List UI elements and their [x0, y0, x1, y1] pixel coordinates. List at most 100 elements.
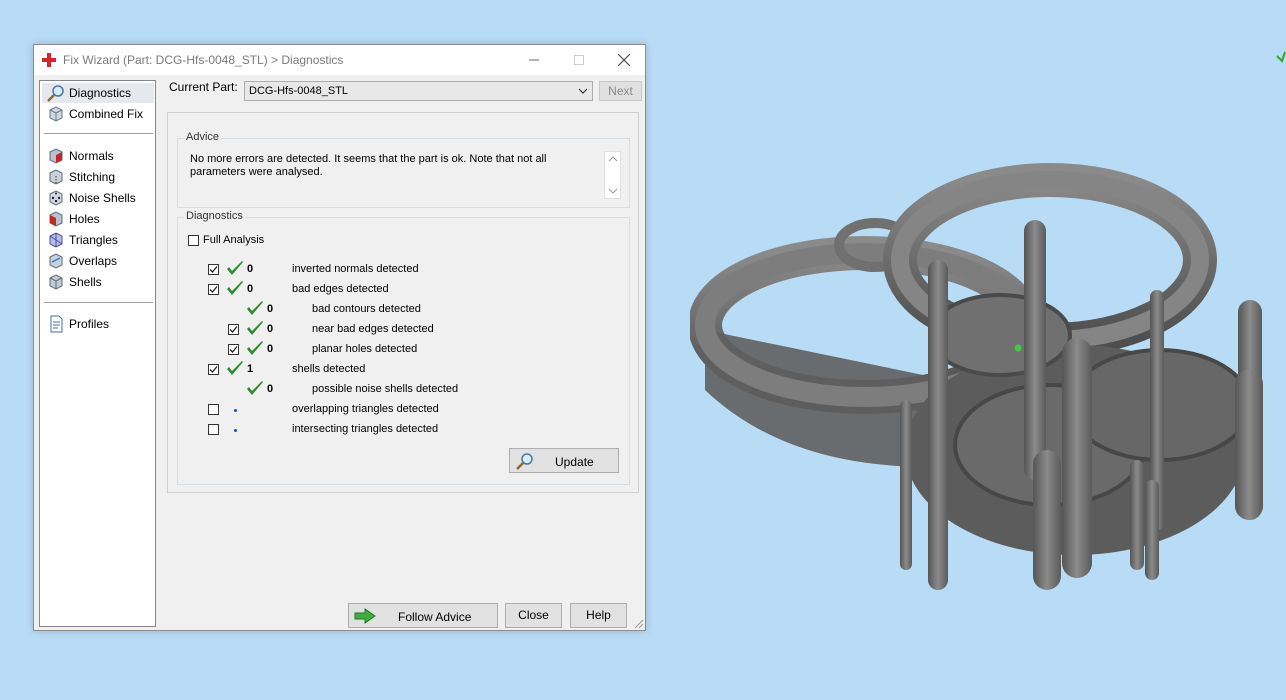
row-count: 1: [247, 363, 254, 375]
resize-grip-icon[interactable]: [634, 619, 644, 629]
document-icon: [50, 315, 63, 333]
row-count: 0: [247, 263, 254, 275]
row-label: intersecting triangles detected: [292, 423, 439, 435]
checkmark-icon: [209, 266, 218, 273]
advice-scrollbar[interactable]: [604, 151, 621, 199]
nav-item-holes[interactable]: Holes: [42, 209, 154, 229]
checkmark-icon: [209, 286, 218, 293]
row-label: overlapping triangles detected: [292, 403, 439, 415]
nav-label: Noise Shells: [69, 191, 136, 205]
row-checkbox[interactable]: [208, 404, 219, 415]
nav-item-noise-shells[interactable]: Noise Shells: [42, 188, 154, 208]
diagnostics-title: Diagnostics: [184, 210, 245, 222]
advice-group: Advice No more errors are detected. It s…: [177, 131, 630, 208]
row-checkbox[interactable]: [228, 344, 239, 355]
checkmark-icon: [229, 346, 238, 353]
nav-label: Overlaps: [69, 254, 118, 268]
nav-label: Normals: [69, 149, 114, 163]
nav-label: Stitching: [69, 170, 116, 184]
nav-label: Diagnostics: [69, 86, 132, 100]
next-button[interactable]: Next: [599, 81, 642, 101]
row-count: 0: [267, 343, 274, 355]
minimize-icon: [528, 59, 539, 61]
nav-item-shells[interactable]: Shells: [42, 272, 154, 292]
close-icon: [617, 54, 630, 66]
ok-check-icon: [226, 281, 244, 297]
row-label: bad edges detected: [292, 283, 389, 295]
row-label: planar holes detected: [312, 343, 418, 355]
row-checkbox[interactable]: [228, 324, 239, 335]
wizard-nav: Diagnostics Combined Fix Normals Stitchi…: [39, 80, 156, 627]
nav-label: Profiles: [69, 317, 110, 331]
window-title: Fix Wizard (Part: DCG-Hfs-0048_STL) > Di…: [63, 53, 344, 67]
follow-advice-label: Follow Advice: [398, 610, 472, 624]
close-window-button[interactable]: [601, 45, 646, 75]
row-checkbox[interactable]: [208, 264, 219, 275]
3d-model-render[interactable]: [690, 160, 1286, 610]
nav-separator: [44, 133, 153, 134]
holes-cube-icon: [49, 211, 63, 227]
nav-item-combined-fix[interactable]: Combined Fix: [42, 104, 154, 124]
maximize-button[interactable]: [556, 45, 601, 75]
axis-triad-icon: [1276, 51, 1286, 63]
ok-check-icon: [226, 261, 244, 277]
scroll-down-icon[interactable]: [608, 187, 618, 195]
full-analysis-checkbox[interactable]: [188, 235, 199, 246]
nav-item-diagnostics[interactable]: Diagnostics: [42, 83, 154, 103]
nav-item-stitching[interactable]: Stitching: [42, 167, 154, 187]
nav-label: Holes: [69, 212, 100, 226]
nav-separator: [44, 302, 153, 303]
nav-item-normals[interactable]: Normals: [42, 146, 154, 166]
current-part-label: Current Part:: [169, 80, 238, 94]
chevron-down-icon: [578, 88, 588, 94]
advice-title: Advice: [184, 131, 222, 143]
close-button[interactable]: Close: [505, 603, 562, 628]
ok-check-icon: [246, 321, 264, 337]
nav-label: Triangles: [69, 233, 118, 247]
fix-wizard-dialog: Fix Wizard (Part: DCG-Hfs-0048_STL) > Di…: [33, 44, 646, 631]
dice-icon: [49, 190, 63, 206]
row-label: bad contours detected: [312, 303, 421, 315]
nav-item-profiles[interactable]: Profiles: [42, 314, 154, 334]
update-button[interactable]: Update: [509, 448, 619, 473]
maximize-icon: [573, 55, 584, 65]
pending-dot-icon: [234, 409, 237, 412]
checkmark-icon: [229, 326, 238, 333]
red-cross-icon: [42, 53, 56, 67]
overlaps-cube-icon: [49, 253, 63, 269]
full-analysis-label: Full Analysis: [203, 234, 265, 246]
title-bar[interactable]: Fix Wizard (Part: DCG-Hfs-0048_STL) > Di…: [34, 45, 645, 75]
minimize-button[interactable]: [511, 45, 556, 75]
scroll-up-icon[interactable]: [608, 155, 618, 163]
ok-check-icon: [226, 361, 244, 377]
current-part-dropdown[interactable]: DCG-Hfs-0048_STL: [244, 81, 593, 101]
nav-item-triangles[interactable]: Triangles: [42, 230, 154, 250]
row-label: shells detected: [292, 363, 366, 375]
advice-text: No more errors are detected. It seems th…: [190, 153, 547, 178]
nav-item-overlaps[interactable]: Overlaps: [42, 251, 154, 271]
row-checkbox[interactable]: [208, 424, 219, 435]
diagnostics-group: Diagnostics Full Analysis 0 inverted norm…: [177, 210, 630, 485]
current-part-value: DCG-Hfs-0048_STL: [249, 85, 349, 97]
checkmark-icon: [209, 366, 218, 373]
row-checkbox[interactable]: [208, 284, 219, 295]
ok-check-icon: [246, 301, 264, 317]
row-checkbox[interactable]: [208, 364, 219, 375]
arrow-right-icon: [354, 608, 376, 624]
nav-label: Combined Fix: [69, 107, 144, 121]
cube-icon: [49, 106, 63, 122]
update-label: Update: [555, 455, 594, 469]
shells-cube-icon: [49, 274, 63, 290]
row-count: 0: [267, 303, 274, 315]
row-label: near bad edges detected: [312, 323, 434, 335]
normals-cube-icon: [49, 148, 63, 164]
stitching-cube-icon: [49, 169, 63, 185]
nav-label: Shells: [69, 275, 102, 289]
pending-dot-icon: [234, 429, 237, 432]
follow-advice-button[interactable]: Follow Advice: [348, 603, 498, 628]
row-count: 0: [267, 383, 274, 395]
help-button[interactable]: Help: [570, 603, 627, 628]
ok-check-icon: [246, 341, 264, 357]
magnifier-icon: [47, 85, 64, 102]
row-label: inverted normals detected: [292, 263, 419, 275]
